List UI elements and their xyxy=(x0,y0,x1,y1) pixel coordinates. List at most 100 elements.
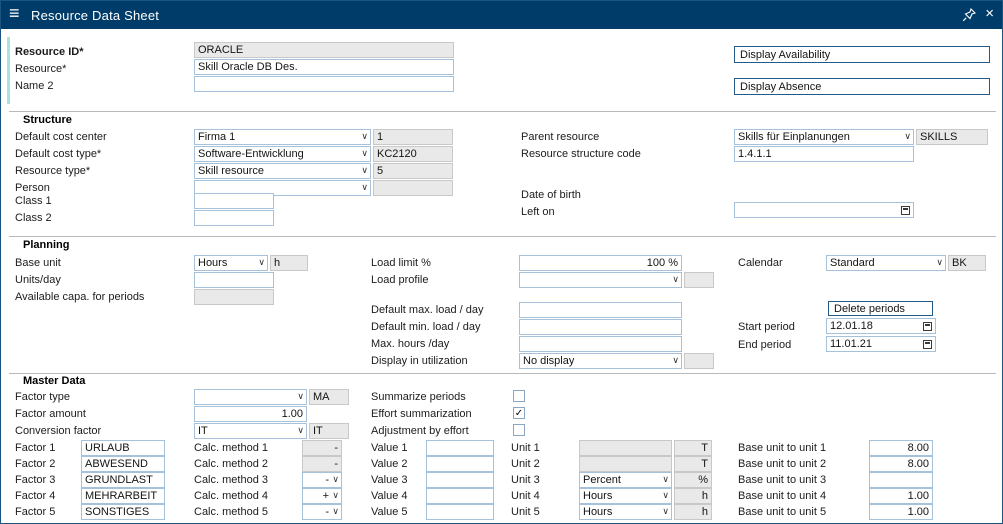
chevron-down-icon xyxy=(332,474,339,485)
close-icon[interactable] xyxy=(985,5,994,22)
summarize-periods-label: Summarize periods xyxy=(371,391,466,404)
value-label: Value 5 xyxy=(371,506,408,519)
menu-icon[interactable] xyxy=(9,3,20,24)
unit-label: Unit 3 xyxy=(511,474,540,487)
resource-field[interactable]: Skill Oracle DB Des. xyxy=(194,59,454,75)
factor-field[interactable]: GRUNDLAST xyxy=(81,472,165,488)
conversion-factor-select[interactable]: IT xyxy=(194,423,307,439)
structure-section-title: Structure xyxy=(23,114,72,126)
end-period-field[interactable]: 11.01.21 xyxy=(826,336,936,352)
effort-summarization-checkbox[interactable] xyxy=(513,407,525,419)
available-capa-label: Available capa. for periods xyxy=(15,291,144,304)
value-field[interactable] xyxy=(426,440,494,456)
person-label: Person xyxy=(15,182,50,195)
load-profile-label: Load profile xyxy=(371,274,429,287)
value-field[interactable] xyxy=(426,488,494,504)
conversion-factor-code-field: IT xyxy=(309,423,349,439)
unit-select[interactable]: Hours xyxy=(579,488,672,504)
factor-row-label: Factor 3 xyxy=(15,474,55,487)
unit-select[interactable]: Percent xyxy=(579,472,672,488)
calendar-select[interactable]: Standard xyxy=(826,255,946,271)
base-unit-to-unit-field[interactable]: 1.00 xyxy=(869,488,933,504)
default-min-load-field[interactable] xyxy=(519,319,682,335)
load-profile-select[interactable] xyxy=(519,272,682,288)
calc-method-select[interactable]: - xyxy=(302,472,342,488)
delete-periods-button[interactable]: Delete periods xyxy=(828,301,933,316)
base-unit-select[interactable]: Hours xyxy=(194,255,268,271)
calc-method-label: Calc. method 2 xyxy=(194,458,268,471)
resource-structure-code-field[interactable]: 1.4.1.1 xyxy=(734,146,914,162)
unit-code-field: h xyxy=(674,504,712,520)
value-field[interactable] xyxy=(426,472,494,488)
default-cost-center-select[interactable]: Firma 1 xyxy=(194,129,371,145)
factor-row-label: Factor 4 xyxy=(15,490,55,503)
pin-icon[interactable] xyxy=(962,8,976,22)
calc-method-select[interactable]: + xyxy=(302,488,342,504)
default-cost-type-select[interactable]: Software-Entwicklung xyxy=(194,146,371,162)
factor-field[interactable]: ABWESEND xyxy=(81,456,165,472)
window-title: Resource Data Sheet xyxy=(31,8,159,23)
calc-method-select[interactable]: - xyxy=(302,504,342,520)
parent-resource-select[interactable]: Skills für Einplanungen xyxy=(734,129,914,145)
planning-section-title: Planning xyxy=(23,239,69,251)
default-min-load-label: Default min. load / day xyxy=(371,321,480,334)
factor-amount-field[interactable]: 1.00 xyxy=(194,406,307,422)
value-field[interactable] xyxy=(426,456,494,472)
class1-field[interactable] xyxy=(194,193,274,209)
resource-label: Resource* xyxy=(15,63,66,76)
factor-type-code-field: MA xyxy=(309,389,349,405)
value-label: Value 4 xyxy=(371,490,408,503)
unit-select[interactable]: Hours xyxy=(579,504,672,520)
factor-row-label: Factor 5 xyxy=(15,506,55,519)
default-cost-type-code-field: KC2120 xyxy=(373,146,453,162)
display-in-utilization-select[interactable]: No display xyxy=(519,353,682,369)
default-max-load-field[interactable] xyxy=(519,302,682,318)
unit-label: Unit 5 xyxy=(511,506,540,519)
calendar-icon[interactable] xyxy=(901,206,910,215)
name2-label: Name 2 xyxy=(15,80,54,93)
max-hours-day-field[interactable] xyxy=(519,336,682,352)
start-period-label: Start period xyxy=(738,321,795,334)
base-unit-to-unit-field[interactable]: 8.00 xyxy=(869,456,933,472)
load-limit-field[interactable]: 100 % xyxy=(519,255,682,271)
summarize-periods-checkbox[interactable] xyxy=(513,390,525,402)
factor-field[interactable]: URLAUB xyxy=(81,440,165,456)
end-period-label: End period xyxy=(738,339,791,352)
calendar-code-field: BK xyxy=(948,255,986,271)
effort-summarization-label: Effort summarization xyxy=(371,408,472,421)
factor-type-select[interactable] xyxy=(194,389,307,405)
value-field[interactable] xyxy=(426,504,494,520)
calc-method-label: Calc. method 3 xyxy=(194,474,268,487)
display-availability-button[interactable]: Display Availability xyxy=(734,46,990,63)
master-data-section-title: Master Data xyxy=(23,375,85,387)
base-unit-to-unit-field[interactable] xyxy=(869,472,933,488)
name2-field[interactable] xyxy=(194,76,454,92)
display-absence-button[interactable]: Display Absence xyxy=(734,78,990,95)
chevron-down-icon xyxy=(361,148,368,159)
calendar-icon[interactable] xyxy=(923,322,932,331)
adjustment-by-effort-checkbox[interactable] xyxy=(513,424,525,436)
calendar-label: Calendar xyxy=(738,257,783,270)
value-label: Value 2 xyxy=(371,458,408,471)
chevron-down-icon xyxy=(662,506,669,517)
base-unit-to-unit-field[interactable]: 1.00 xyxy=(869,504,933,520)
base-unit-to-unit-label: Base unit to unit 1 xyxy=(738,442,826,455)
factor-field[interactable]: MEHRARBEIT xyxy=(81,488,165,504)
factor-type-label: Factor type xyxy=(15,391,70,404)
factor-field[interactable]: SONSTIGES xyxy=(81,504,165,520)
class2-field[interactable] xyxy=(194,210,274,226)
chevron-down-icon xyxy=(297,425,304,436)
chevron-down-icon xyxy=(936,257,943,268)
unit-label: Unit 4 xyxy=(511,490,540,503)
base-unit-to-unit-field[interactable]: 8.00 xyxy=(869,440,933,456)
units-per-day-field[interactable] xyxy=(194,272,274,288)
calendar-icon[interactable] xyxy=(923,340,932,349)
left-on-field[interactable] xyxy=(734,202,914,218)
start-period-field[interactable]: 12.01.18 xyxy=(826,318,936,334)
base-unit-code-field: h xyxy=(270,255,308,271)
unit-code-field: T xyxy=(674,440,712,456)
resource-data-sheet-window: Resource Data Sheet Resource ID* ORACLE … xyxy=(0,0,1003,524)
unit-code-field: T xyxy=(674,456,712,472)
resource-id-label: Resource ID* xyxy=(15,46,83,59)
resource-type-select[interactable]: Skill resource xyxy=(194,163,371,179)
